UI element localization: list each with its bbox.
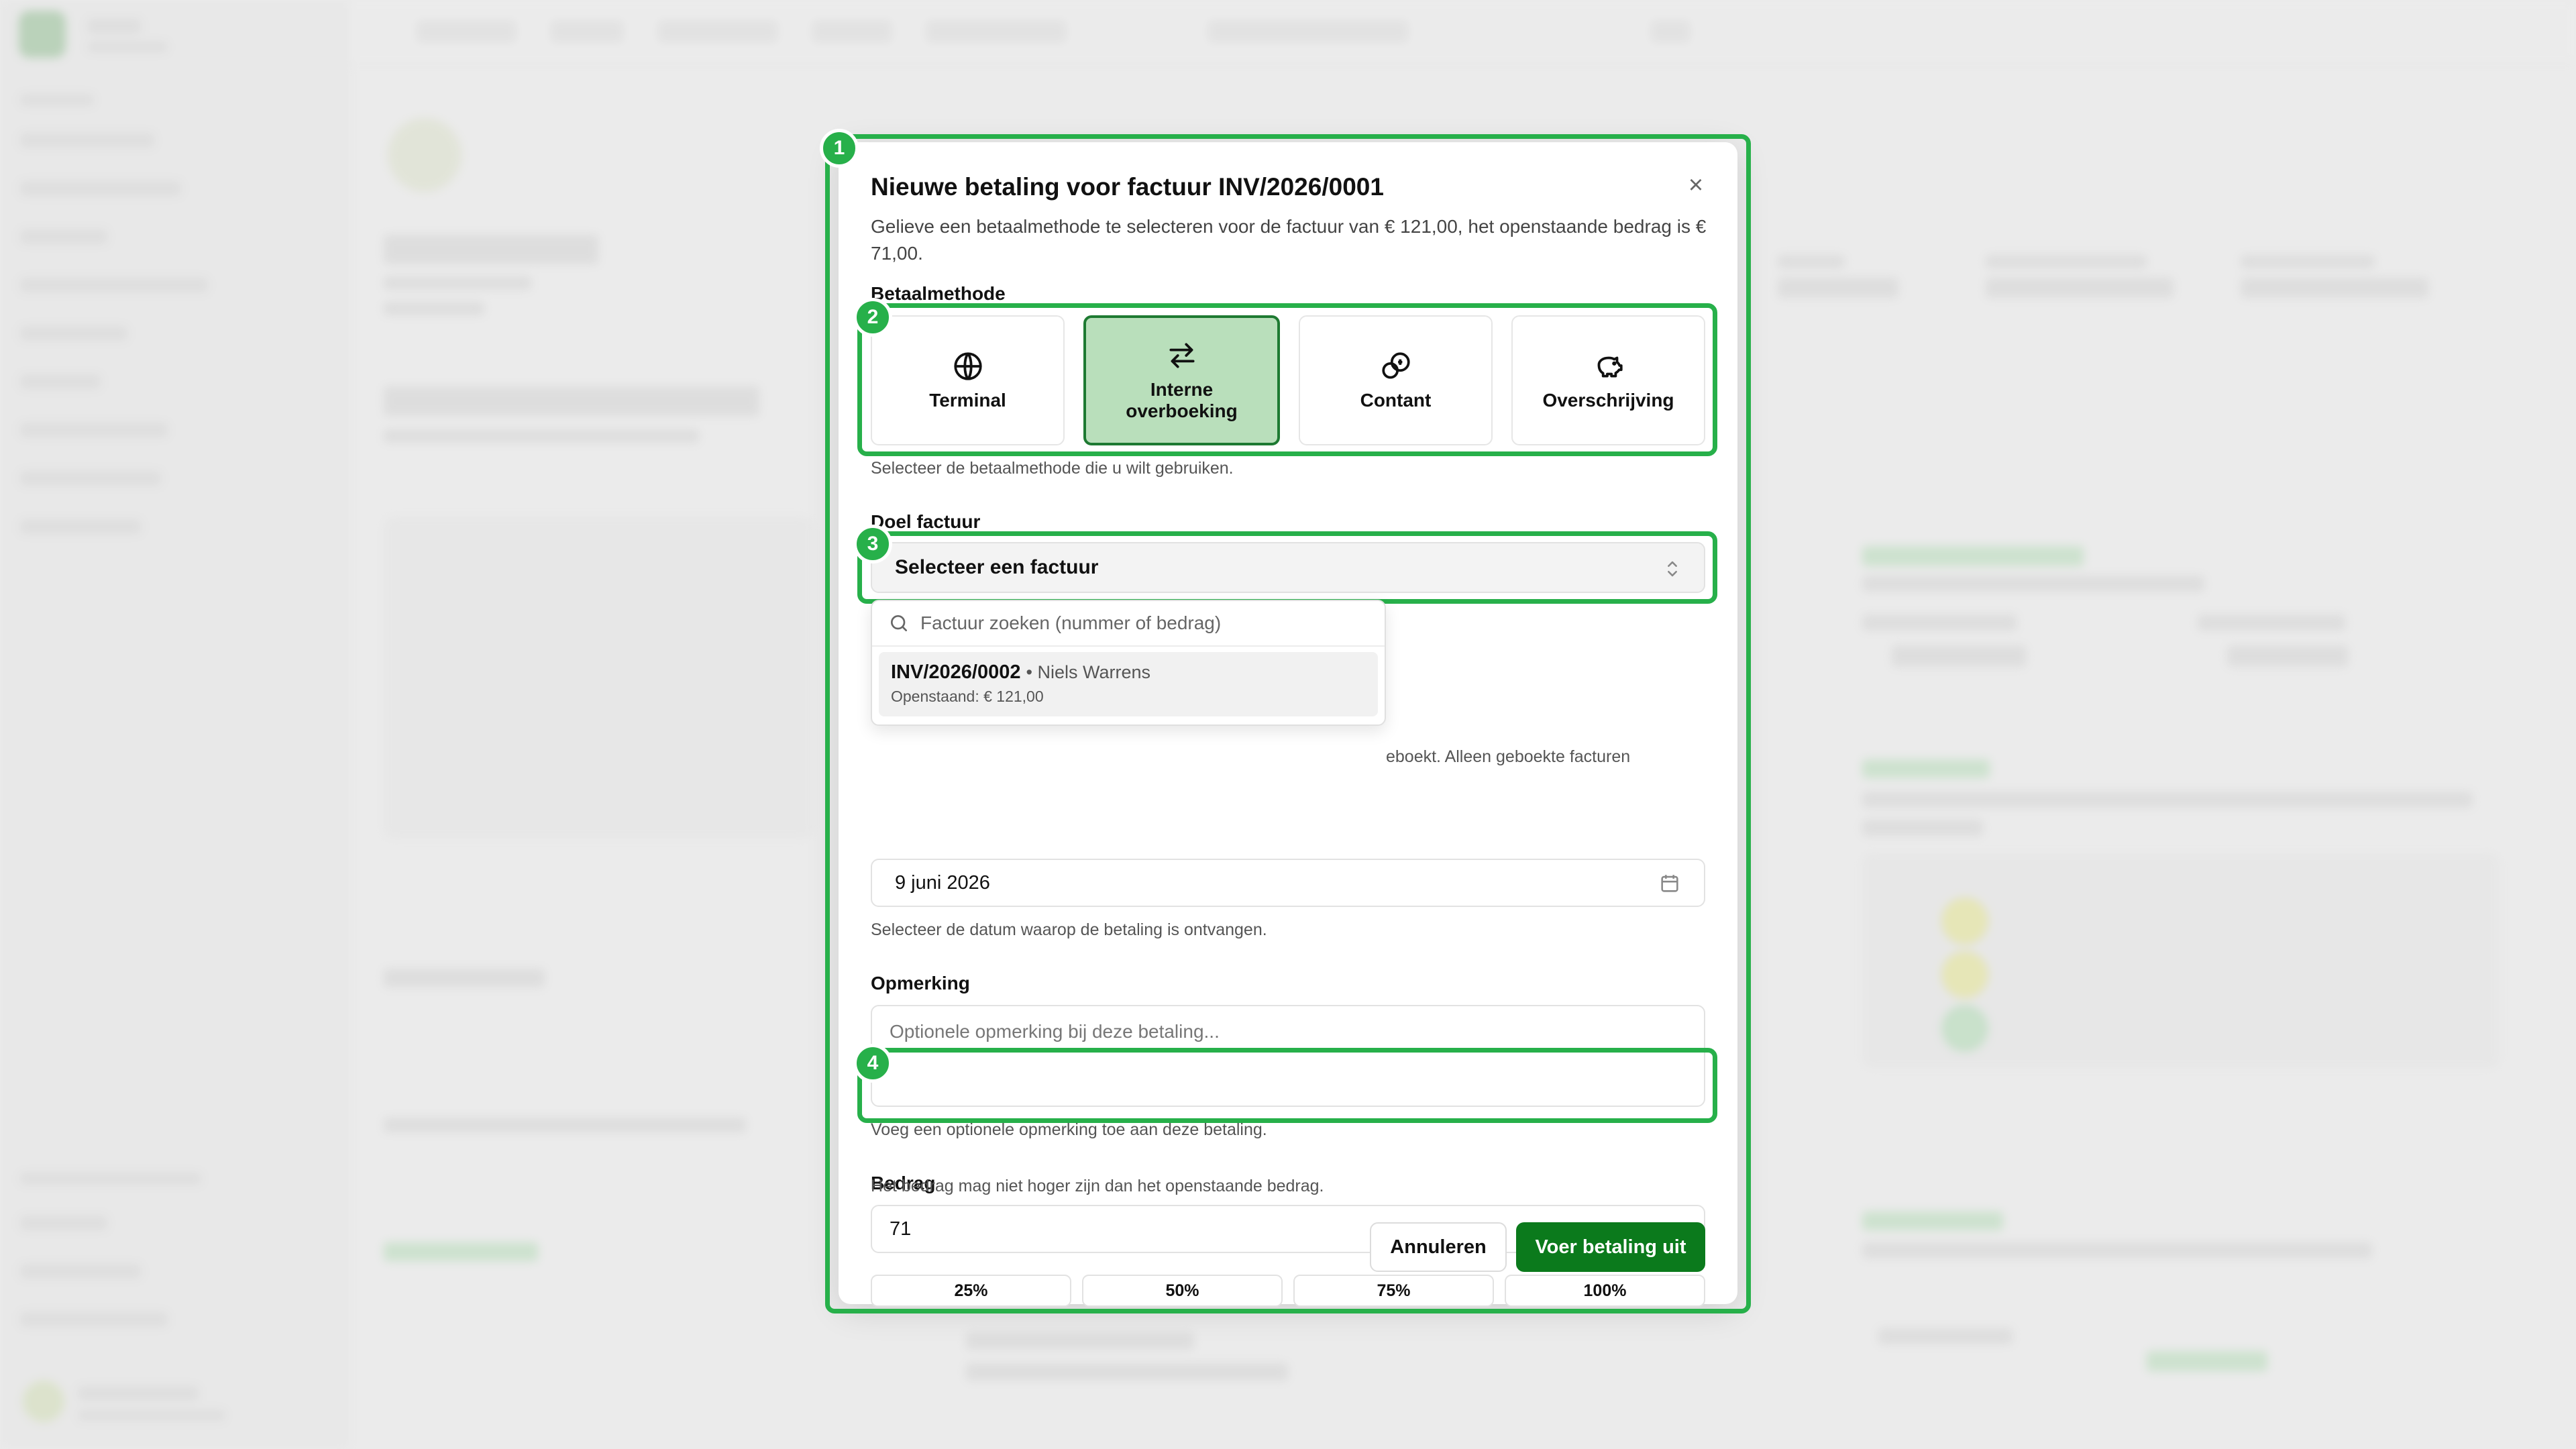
invoice-dropdown: Factuur zoeken (nummer of bedrag) INV/20… [871,600,1386,726]
annotation-badge-1: 1 [820,129,859,168]
annotation-badge-4: 4 [853,1044,892,1083]
invoice-search-placeholder: Factuur zoeken (nummer of bedrag) [920,612,1222,633]
annotation-badge-3: 3 [853,525,892,564]
invoice-option-outstanding: Openstaand: € 121,00 [891,688,1044,705]
invoice-search[interactable]: Factuur zoeken (nummer of bedrag) [872,601,1385,647]
search-icon [891,615,907,631]
annotation-box-2 [857,303,1717,456]
annotation-box-3 [857,531,1717,604]
invoice-option-client: • Niels Warrens [1026,662,1151,682]
annotation-badge-2: 2 [853,298,892,337]
annotation-box-4 [857,1048,1717,1123]
invoice-option-number: INV/2026/0002 [891,661,1021,683]
invoice-option[interactable]: INV/2026/0002 • Niels Warrens Openstaand… [879,652,1378,716]
